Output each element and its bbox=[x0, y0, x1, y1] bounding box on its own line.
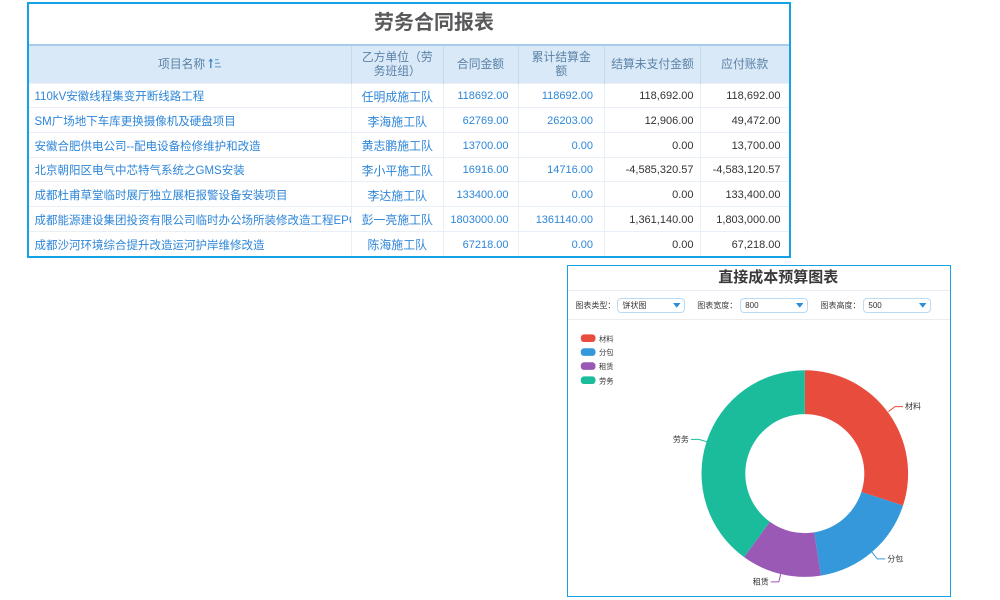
svg-text:劳务: 劳务 bbox=[672, 434, 688, 444]
svg-text:材料: 材料 bbox=[599, 334, 614, 343]
svg-text:租赁: 租赁 bbox=[599, 362, 614, 371]
svg-text:分包: 分包 bbox=[887, 553, 903, 563]
svg-text:租赁: 租赁 bbox=[752, 576, 768, 586]
svg-text:劳务: 劳务 bbox=[599, 376, 614, 385]
svg-text:材料: 材料 bbox=[905, 401, 921, 411]
svg-text:分包: 分包 bbox=[599, 348, 614, 357]
